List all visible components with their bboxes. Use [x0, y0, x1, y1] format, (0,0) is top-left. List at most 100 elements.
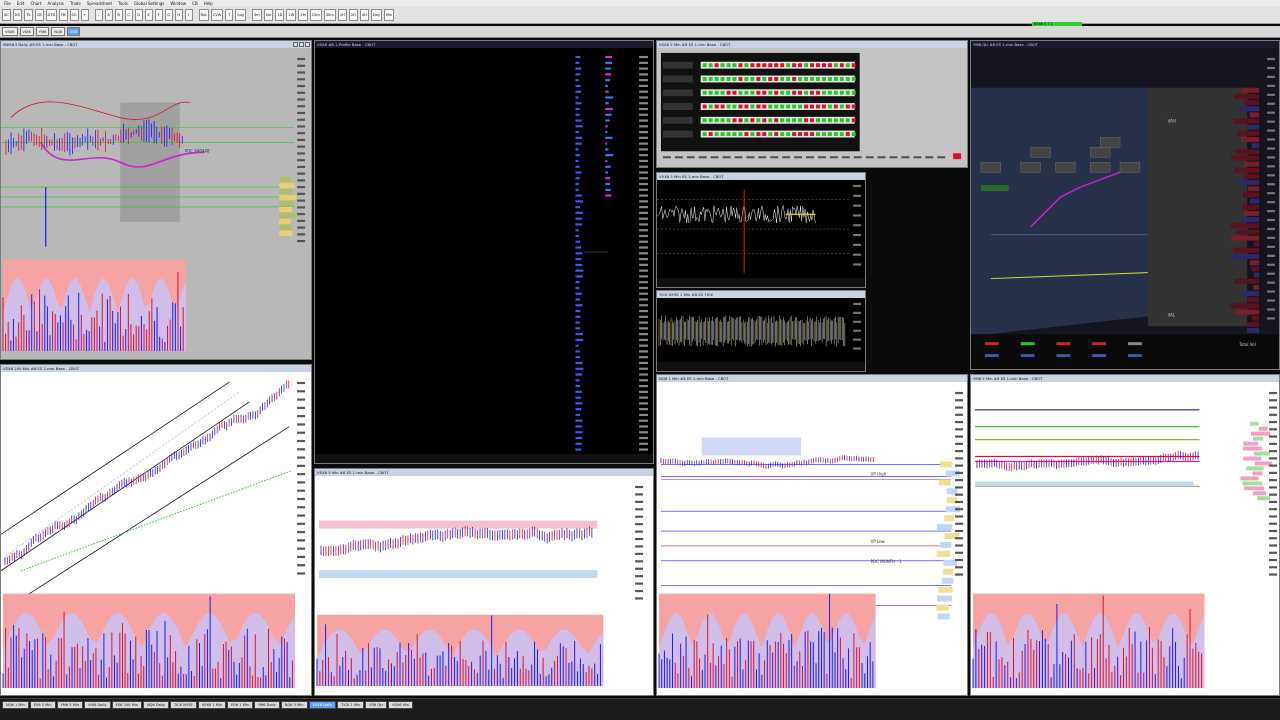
- toolbar-button[interactable]: Log: [235, 8, 246, 21]
- taskbar-item[interactable]: NQ6 1 Min: [2, 701, 29, 709]
- chart-body[interactable]: [657, 180, 865, 287]
- toolbar-button[interactable]: Min: [383, 8, 395, 21]
- maximize-button[interactable]: [299, 42, 304, 47]
- price-chart[interactable]: POC 440448: [1, 48, 311, 359]
- toolbar-button[interactable]: T: [225, 8, 234, 21]
- menu-item-edit[interactable]: Edit: [17, 1, 25, 6]
- toolbar-button[interactable]: 15m: [309, 8, 322, 21]
- volume-profile-body[interactable]: VAH VAL Total Vol: [971, 48, 1279, 369]
- volume-profile-chart[interactable]: VAH VAL Total Vol: [971, 48, 1279, 369]
- chart-body[interactable]: POC 440448: [1, 48, 311, 359]
- toolbar-button[interactable]: A: [104, 8, 113, 21]
- menu-item-chart[interactable]: Chart: [30, 1, 41, 6]
- toolbar-button[interactable]: C: [124, 8, 133, 21]
- tick-chart[interactable]: [657, 180, 865, 287]
- menu-item-cb[interactable]: CB: [192, 1, 198, 6]
- toolbar-button[interactable]: B: [114, 8, 123, 21]
- toolbar-button[interactable]: G: [164, 8, 173, 21]
- profile-chart[interactable]: [657, 48, 967, 167]
- chart-body[interactable]: [971, 382, 1279, 695]
- taskbar-item[interactable]: TICK 1 Min: [337, 701, 365, 709]
- levels-chart-2[interactable]: [971, 382, 1279, 695]
- toolbar-button[interactable]: 1M: [298, 8, 308, 21]
- toolbar-button[interactable]: H: [174, 8, 183, 21]
- taskbar-item[interactable]: ES6 200 Min: [111, 701, 142, 709]
- menu-item-file[interactable]: File: [4, 1, 11, 6]
- channel-chart[interactable]: [1, 372, 311, 695]
- chart-window-10[interactable]: YM6 5 Min #8 ES 1-min Base - CBOT: [970, 374, 1280, 696]
- taskbar-item[interactable]: ES6 Qtr: [365, 701, 388, 709]
- toolbar-button[interactable]: Day: [370, 8, 382, 21]
- minimize-button[interactable]: [293, 42, 298, 47]
- chart-window-6[interactable]: TICK NYSE 1 Min #8 ES TICK: [656, 290, 866, 372]
- taskbar-item[interactable]: YM6 Daily: [253, 701, 280, 709]
- menu-item-analysis[interactable]: Analysis: [47, 1, 63, 6]
- chartbook-tab[interactable]: YM6: [35, 27, 50, 36]
- menu-item-trade[interactable]: Trade: [70, 1, 81, 6]
- menu-item-spreadsheet[interactable]: Spreadsheet: [87, 1, 112, 6]
- chart-window-1[interactable]: SNM#3 Daily #8 ES 1-min Base - CBOT POC …: [0, 40, 312, 360]
- taskbar-item[interactable]: NQ6 5 Min: [280, 701, 308, 709]
- menu-item-global-settings[interactable]: Global Settings: [134, 1, 164, 6]
- toolbar-button[interactable]: DC: [12, 8, 23, 21]
- toolbar-button[interactable]: CVW: [210, 8, 224, 21]
- toolbar-button[interactable]: I: [184, 8, 193, 21]
- dom-body[interactable]: [315, 48, 653, 463]
- toolbar-button[interactable]: 3m: [251, 8, 262, 21]
- taskbar-item[interactable]: VIX6 Daily: [84, 701, 111, 709]
- toolbar-button[interactable]: DTB: [45, 8, 57, 21]
- toolbar-button[interactable]: 30m: [323, 8, 336, 21]
- tick-chart-2[interactable]: [657, 298, 865, 371]
- toolbar-button[interactable]: 1H: [337, 8, 347, 21]
- toolbar-button[interactable]: FB: [58, 8, 68, 21]
- menu-item-help[interactable]: Help: [204, 1, 213, 6]
- toolbar-button[interactable]: D: [134, 8, 143, 21]
- profile-cell: [768, 77, 773, 81]
- toolbar-button[interactable]: 2H: [348, 8, 358, 21]
- taskbar-item[interactable]: NQ6 Daily: [142, 701, 170, 709]
- chartbook-tab[interactable]: NQ6: [51, 27, 66, 36]
- dom-ask-bar: [605, 182, 611, 186]
- chart-window-3[interactable]: VSX6 5 Min #6 ES 1-min Base - CBOT: [656, 40, 968, 168]
- price-chart-2[interactable]: [315, 476, 653, 695]
- chart-window-8[interactable]: VSX6 5 Min #8 ES 1-min Base - CBOT: [314, 468, 654, 696]
- taskbar-item[interactable]: VSX6 Min: [388, 701, 414, 709]
- toolbar-button[interactable]: SO: [69, 8, 79, 21]
- profile-body[interactable]: [657, 48, 967, 167]
- chart-window-2[interactable]: VSX6 #8 1-Profile Base - CBOT: [314, 40, 654, 464]
- chart-window-4[interactable]: YM6 Qtr #8 ES 1-min Base - CBOT VAH VAL To…: [970, 40, 1280, 370]
- toolbar-button[interactable]: TS: [24, 8, 33, 21]
- chart-body[interactable]: [1, 372, 311, 695]
- chart-window-7[interactable]: VSX6 200 Min #8 ES 1-min Base - CBOT: [0, 364, 312, 696]
- chart-window-9[interactable]: NQ6 1 Min #8 ES 1-min Base - CBOT VP Hig…: [656, 374, 968, 696]
- menu-item-tools[interactable]: Tools: [118, 1, 128, 6]
- close-button[interactable]: [305, 42, 310, 47]
- toolbar-button[interactable]: 4H: [359, 8, 369, 21]
- toolbar-button[interactable]: 1W: [286, 8, 297, 21]
- chartbook-tab[interactable]: VSX6: [2, 27, 18, 36]
- toolbar-button[interactable]: 1D: [275, 8, 285, 21]
- chartbook-tab[interactable]: VIX6: [19, 27, 34, 36]
- toolbar-button[interactable]: F: [154, 8, 163, 21]
- toolbar-button[interactable]: CB: [34, 8, 44, 21]
- taskbar-item[interactable]: VSX6 1 Min: [197, 701, 227, 709]
- chart-body[interactable]: [315, 476, 653, 695]
- chart-body[interactable]: [657, 298, 865, 371]
- toolbar-button[interactable]: 5m: [263, 8, 274, 21]
- taskbar-item[interactable]: TICK NYSE: [170, 701, 197, 709]
- depth-chart[interactable]: [315, 48, 653, 463]
- toolbar-button[interactable]: -: [94, 8, 103, 21]
- chartbook-tab[interactable]: ES6: [67, 27, 81, 36]
- taskbar-item[interactable]: VSX6 Daily: [308, 701, 337, 709]
- chart-body[interactable]: VP High VP Low POC MONTH - 1: [657, 382, 967, 695]
- taskbar-item[interactable]: ES6 5 Min: [29, 701, 56, 709]
- toolbar-button[interactable]: Rpt: [198, 8, 209, 21]
- toolbar-button[interactable]: +: [80, 8, 89, 21]
- taskbar-item[interactable]: ES6 1 Min: [227, 701, 253, 709]
- toolbar-button[interactable]: SC: [2, 8, 11, 21]
- taskbar-item[interactable]: YM6 5 Min: [56, 701, 84, 709]
- chart-window-5[interactable]: VXX6 5 Min ES 1-min Base - CBOT: [656, 172, 866, 288]
- menu-item-window[interactable]: Window: [170, 1, 186, 6]
- toolbar-button[interactable]: E: [144, 8, 153, 21]
- levels-chart[interactable]: VP High VP Low POC MONTH - 1: [657, 382, 967, 695]
